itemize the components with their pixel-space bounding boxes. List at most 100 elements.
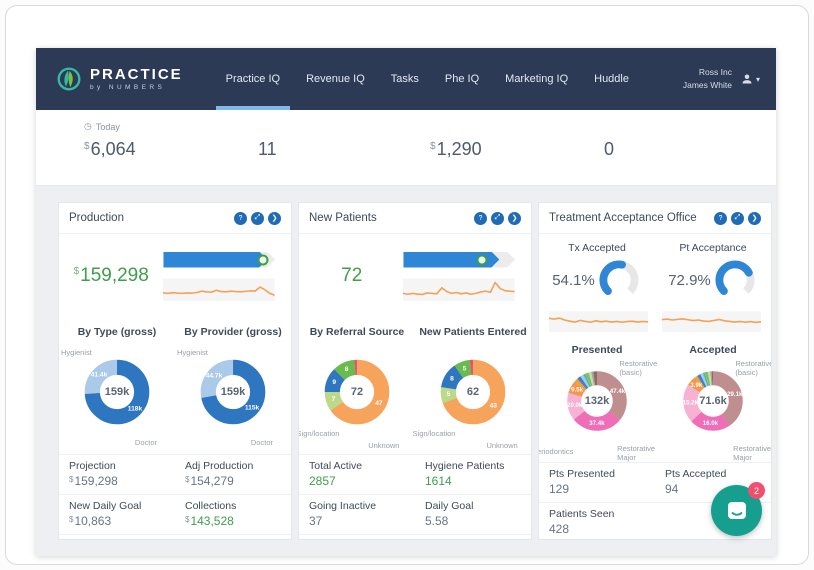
- svg-text:8: 8: [450, 375, 454, 382]
- nav-tabs: Practice IQ Revenue IQ Tasks Phe IQ Mark…: [213, 48, 642, 110]
- production-sparkline: [163, 275, 275, 301]
- info-icon[interactable]: ?: [714, 211, 727, 225]
- svg-text:9.5k: 9.5k: [571, 387, 583, 394]
- info-icon[interactable]: ?: [474, 211, 487, 225]
- today-stats-bar: ◷ Today $6,064 11 $1,290 0: [36, 110, 776, 186]
- patients-seen-stat: Patients Seen 428: [549, 508, 615, 536]
- pt-acceptance-value: 72.9%: [668, 271, 711, 289]
- today-collections-value: $1,290: [430, 139, 482, 159]
- svg-text:7: 7: [332, 396, 336, 403]
- svg-text:9: 9: [332, 379, 336, 386]
- dashboard: PRACTICE by NUMBERS Practice IQ Revenue …: [36, 48, 776, 556]
- next-icon[interactable]: ❯: [508, 211, 521, 225]
- svg-text:41.4k: 41.4k: [91, 372, 108, 379]
- by-type-title: By Type (gross): [77, 326, 157, 338]
- new-daily-goal-stat: New Daily Goal $10,863: [69, 500, 142, 528]
- svg-text:47.4k: 47.4k: [610, 388, 626, 395]
- today-production-value: $6,064: [84, 139, 136, 159]
- pt-acceptance-gauge-chart: [712, 257, 758, 303]
- period-selector[interactable]: ◷ Today: [84, 121, 776, 132]
- hygiene-patients-stat: Hygiene Patients 1614: [425, 460, 505, 488]
- expand-icon[interactable]: ⤢: [491, 211, 504, 225]
- info-icon[interactable]: ?: [234, 211, 247, 225]
- next-icon[interactable]: ❯: [268, 211, 281, 225]
- chat-unread-badge: 2: [748, 482, 765, 499]
- new-patients-card-title: New Patients: [309, 212, 377, 224]
- tx-accepted-value: 54.1%: [552, 271, 595, 289]
- tx-accepted-gauge-chart: [596, 257, 642, 303]
- brand-subtitle: by NUMBERS: [90, 84, 166, 92]
- brand-name: PRACTICE: [90, 65, 183, 83]
- by-type-donut-chart: 118k 41.4k 159k Hygienist Doctor: [61, 347, 157, 447]
- goal-marker: [476, 254, 487, 265]
- user-menu[interactable]: Ross Inc James White ▾: [683, 66, 776, 92]
- goal-marker: [257, 254, 268, 265]
- referral-source-donut-chart: 47 7 9 8 72 Sign/location Unknown: [299, 340, 413, 452]
- by-provider-title: By Provider (gross): [184, 326, 282, 338]
- clock-icon: ◷: [84, 121, 92, 131]
- svg-text:29.1k: 29.1k: [727, 391, 743, 398]
- by-provider-donut-chart: 115k 44.7k 159k Hygienist Doctor: [177, 347, 273, 447]
- today-patients-value: 11: [258, 139, 277, 159]
- tab-practice-iq-label: Practice IQ: [225, 73, 281, 85]
- tx-accepted-gauge-block: Tx Accepted 54.1%: [539, 238, 655, 306]
- tab-phe-iq[interactable]: Phe IQ: [432, 48, 492, 110]
- patients-entered-donut-chart: 43 5 8 5 62 Sign/location Unknown: [413, 340, 529, 452]
- tab-huddle[interactable]: Huddle: [581, 48, 642, 110]
- leaf-logo-icon: [57, 67, 81, 91]
- svg-text:15.2k: 15.2k: [683, 399, 699, 406]
- svg-text:44.7k: 44.7k: [206, 373, 223, 380]
- svg-text:5: 5: [463, 365, 467, 372]
- production-card: Production ? ⤢ ❯ $159,298 By Type (gross…: [58, 202, 292, 540]
- new-patients-card: New Patients ? ⤢ ❯ 72 By Referral Source…: [298, 202, 532, 540]
- chat-bubble-icon: [727, 501, 746, 519]
- svg-text:8: 8: [345, 366, 349, 373]
- svg-text:5: 5: [447, 391, 451, 398]
- tab-tasks[interactable]: Tasks: [378, 48, 432, 110]
- new-patients-progress-bar: [403, 252, 515, 268]
- user-org: Ross Inc: [698, 67, 732, 78]
- svg-text:118k: 118k: [128, 405, 143, 412]
- chat-widget-button[interactable]: 2: [711, 482, 765, 536]
- period-label: Today: [95, 121, 120, 132]
- accepted-donut-chart: 29.1k 16.0k 15.2k 3.9k 71.6k Restorative (bas…: [682, 359, 772, 462]
- chevron-down-icon: ▾: [755, 74, 760, 84]
- projection-stat: Projection $159,298: [69, 460, 118, 488]
- patients-entered-title: New Patients Entered: [419, 326, 527, 338]
- next-icon[interactable]: ❯: [748, 211, 761, 225]
- person-icon: [742, 74, 752, 84]
- svg-text:47: 47: [375, 400, 383, 407]
- treatment-card-title: Treatment Acceptance Office: [549, 212, 697, 224]
- pt-acceptance-sparkline: [662, 308, 761, 332]
- pt-acceptance-gauge-block: Pt Acceptance 72.9%: [655, 238, 771, 306]
- tab-practice-iq[interactable]: Practice IQ: [213, 48, 293, 110]
- presented-donut-chart: 47.4k 37.4k 20.0k 9.5k 132k Restorative (basi…: [539, 359, 658, 462]
- svg-text:3.9k: 3.9k: [690, 382, 702, 389]
- expand-icon[interactable]: ⤢: [731, 211, 744, 225]
- expand-icon[interactable]: ⤢: [251, 211, 264, 225]
- new-patients-kpi: 72: [341, 265, 363, 286]
- top-navbar: PRACTICE by NUMBERS Practice IQ Revenue …: [36, 48, 776, 110]
- brand-logo[interactable]: PRACTICE by NUMBERS: [36, 66, 183, 92]
- svg-text:16.0k: 16.0k: [703, 420, 719, 427]
- svg-text:43: 43: [490, 403, 498, 410]
- tab-marketing-iq[interactable]: Marketing IQ: [492, 48, 581, 110]
- tab-revenue-iq[interactable]: Revenue IQ: [293, 48, 378, 110]
- user-name: James White: [682, 80, 732, 90]
- daily-goal-stat: Daily Goal 5.58: [425, 500, 474, 528]
- accepted-title: Accepted: [689, 344, 737, 356]
- new-patients-sparkline: [403, 275, 515, 301]
- tx-accepted-sparkline: [549, 308, 648, 332]
- active-tab-underline: [215, 106, 291, 110]
- collections-stat: Collections $143,528: [185, 500, 237, 528]
- production-card-title: Production: [69, 212, 124, 224]
- pts-presented-stat: Pts Presented 129: [549, 468, 615, 496]
- svg-text:37.4k: 37.4k: [589, 420, 605, 427]
- presented-title: Presented: [571, 344, 623, 356]
- cards-row: Production ? ⤢ ❯ $159,298 By Type (gross…: [36, 186, 776, 540]
- production-kpi: $159,298: [73, 265, 149, 286]
- referral-source-title: By Referral Source: [309, 326, 405, 338]
- adj-production-stat: Adj Production $154,279: [185, 460, 254, 488]
- svg-text:20.0k: 20.0k: [567, 402, 583, 409]
- going-inactive-stat: Going Inactive 37: [309, 500, 377, 528]
